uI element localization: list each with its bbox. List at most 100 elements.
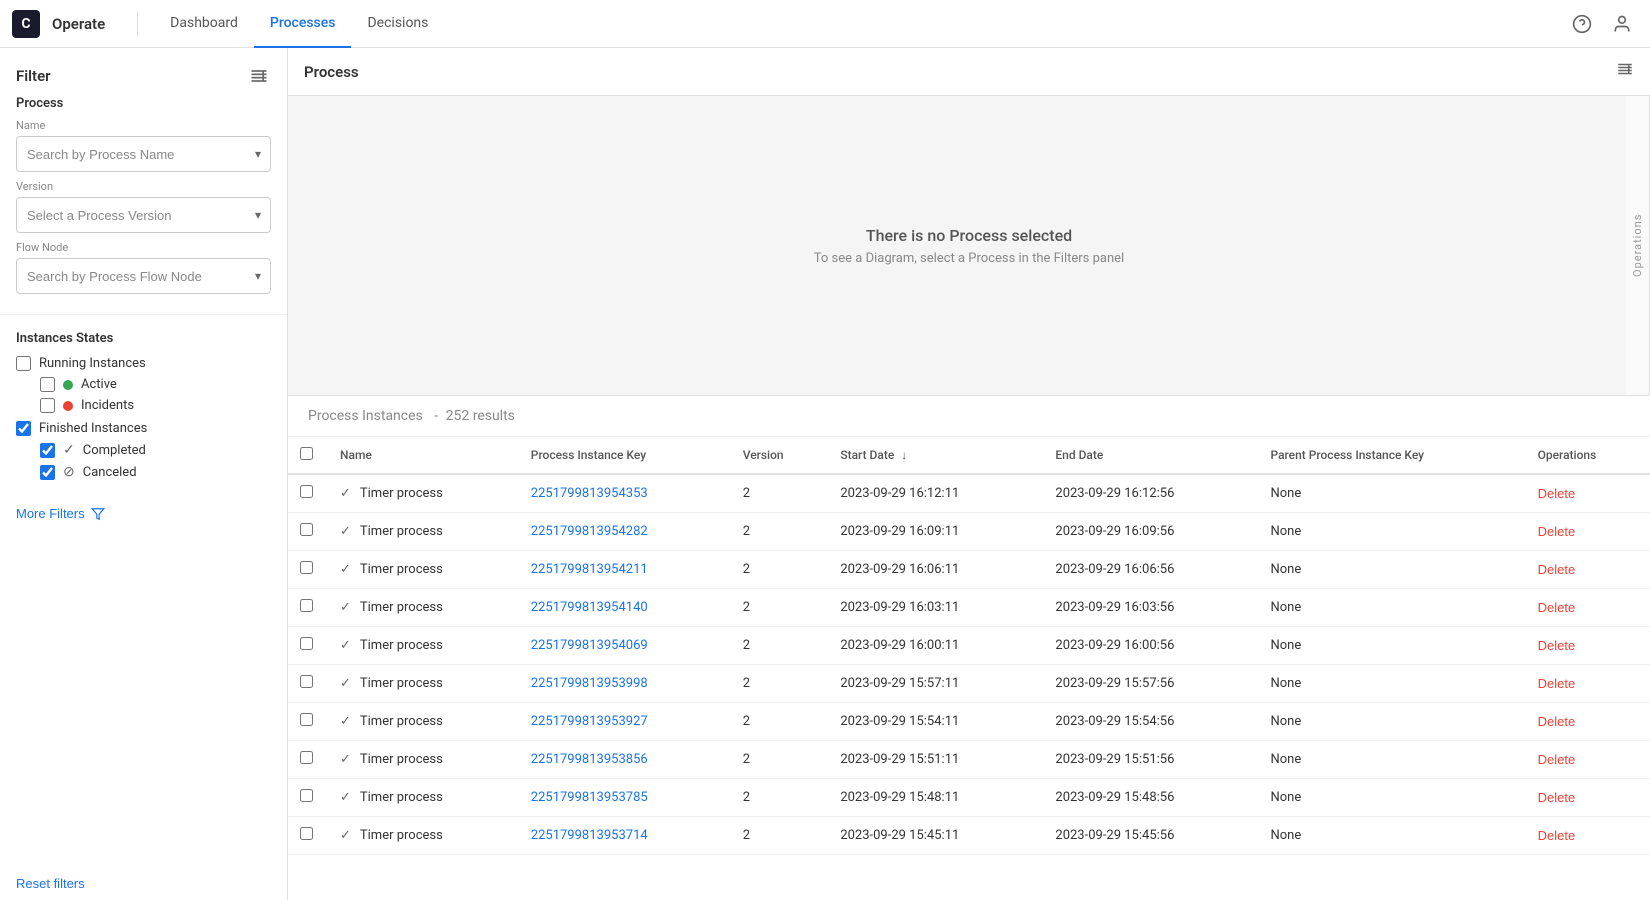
instance-key-link[interactable]: 2251799813953714: [531, 828, 648, 843]
filter-icon: [91, 507, 105, 521]
nav-link-decisions[interactable]: Decisions: [351, 0, 444, 48]
completed-row-icon: ✓: [340, 638, 351, 653]
canceled-checkbox[interactable]: [40, 465, 55, 480]
row-name-cell: ✓ Timer process: [328, 703, 519, 741]
row-operations-cell: Delete: [1526, 779, 1650, 817]
instance-key-link[interactable]: 2251799813953927: [531, 714, 648, 729]
row-version-cell: 2: [731, 513, 829, 551]
delete-button[interactable]: Delete: [1538, 486, 1576, 501]
sidebar: Filter Process Name Search by Process Na…: [0, 48, 288, 900]
completed-row-icon: ✓: [340, 790, 351, 805]
instance-key-link[interactable]: 2251799813954140: [531, 600, 648, 615]
row-start-date-cell: 2023-09-29 16:00:11: [828, 627, 1043, 665]
row-operations-cell: Delete: [1526, 703, 1650, 741]
row-start-date-cell: 2023-09-29 16:06:11: [828, 551, 1043, 589]
finished-instances-checkbox[interactable]: [16, 421, 31, 436]
delete-button[interactable]: Delete: [1538, 600, 1576, 615]
row-checkbox-6[interactable]: [300, 713, 313, 726]
finished-instances-row[interactable]: Finished Instances: [16, 421, 271, 436]
th-version: Version: [731, 437, 829, 474]
row-end-date-cell: 2023-09-29 15:54:56: [1043, 703, 1258, 741]
row-checkbox-8[interactable]: [300, 789, 313, 802]
nav-link-dashboard[interactable]: Dashboard: [154, 0, 254, 48]
incidents-checkbox[interactable]: [40, 398, 55, 413]
delete-button[interactable]: Delete: [1538, 714, 1576, 729]
row-operations-cell: Delete: [1526, 589, 1650, 627]
row-checkbox-3[interactable]: [300, 599, 313, 612]
delete-button[interactable]: Delete: [1538, 562, 1576, 577]
row-parent-key-cell: None: [1258, 817, 1525, 855]
main-content: Process There is no Process selected To …: [288, 48, 1650, 900]
row-checkbox-4[interactable]: [300, 637, 313, 650]
row-end-date-cell: 2023-09-29 16:03:56: [1043, 589, 1258, 627]
instance-key-link[interactable]: 2251799813953998: [531, 676, 648, 691]
select-all-checkbox[interactable]: [300, 447, 313, 460]
row-version-cell: 2: [731, 551, 829, 589]
incidents-row[interactable]: Incidents: [40, 398, 271, 413]
table-row: ✓ Timer process 2251799813954140 2 2023-…: [288, 589, 1650, 627]
user-button[interactable]: [1606, 8, 1638, 40]
version-label: Version: [16, 180, 271, 193]
row-parent-key-cell: None: [1258, 741, 1525, 779]
help-button[interactable]: [1566, 8, 1598, 40]
process-name-select[interactable]: Search by Process Name: [16, 136, 271, 172]
more-filters-button[interactable]: More Filters: [0, 498, 287, 529]
row-name: Timer process: [360, 676, 443, 691]
delete-button[interactable]: Delete: [1538, 752, 1576, 767]
th-parent-key: Parent Process Instance Key: [1258, 437, 1525, 474]
row-select-cell: [288, 589, 328, 627]
process-section-title: Process: [16, 96, 271, 111]
no-process-title: There is no Process selected: [866, 226, 1072, 245]
version-select[interactable]: Select a Process Version: [16, 197, 271, 233]
row-checkbox-5[interactable]: [300, 675, 313, 688]
flow-node-select[interactable]: Search by Process Flow Node: [16, 258, 271, 294]
instances-area: Process Instances - 252 results Name Pro…: [288, 396, 1650, 900]
table-row: ✓ Timer process 2251799813954282 2 2023-…: [288, 513, 1650, 551]
th-start-date[interactable]: Start Date ↓: [828, 437, 1043, 474]
row-operations-cell: Delete: [1526, 817, 1650, 855]
reset-filters-button[interactable]: Reset filters: [16, 876, 85, 891]
delete-button[interactable]: Delete: [1538, 638, 1576, 653]
row-end-date-cell: 2023-09-29 16:09:56: [1043, 513, 1258, 551]
row-name-cell: ✓ Timer process: [328, 513, 519, 551]
instance-key-link[interactable]: 2251799813953785: [531, 790, 648, 805]
row-key-cell: 2251799813954069: [519, 627, 731, 665]
instance-key-link[interactable]: 2251799813954282: [531, 524, 648, 539]
row-end-date-cell: 2023-09-29 15:45:56: [1043, 817, 1258, 855]
process-filter-section: Process Name Search by Process Name ▾ Ve…: [0, 96, 287, 306]
row-checkbox-0[interactable]: [300, 485, 313, 498]
row-parent-key-cell: None: [1258, 627, 1525, 665]
completed-row-icon: ✓: [340, 562, 351, 577]
delete-button[interactable]: Delete: [1538, 828, 1576, 843]
instance-key-link[interactable]: 2251799813954069: [531, 638, 648, 653]
app-logo: C: [12, 10, 40, 38]
row-checkbox-1[interactable]: [300, 523, 313, 536]
canceled-label: Canceled: [83, 465, 137, 480]
th-operations: Operations: [1526, 437, 1650, 474]
running-instances-row[interactable]: Running Instances: [16, 356, 271, 371]
row-end-date-cell: 2023-09-29 15:48:56: [1043, 779, 1258, 817]
nav-links: Dashboard Processes Decisions: [154, 0, 444, 48]
delete-button[interactable]: Delete: [1538, 790, 1576, 805]
delete-button[interactable]: Delete: [1538, 524, 1576, 539]
row-name: Timer process: [360, 486, 443, 501]
active-checkbox[interactable]: [40, 377, 55, 392]
row-end-date-cell: 2023-09-29 15:57:56: [1043, 665, 1258, 703]
sidebar-toggle-button[interactable]: [247, 64, 271, 88]
completed-row[interactable]: ✓ Completed: [40, 442, 271, 458]
th-key: Process Instance Key: [519, 437, 731, 474]
panel-toggle-button[interactable]: [1616, 60, 1634, 83]
instance-key-link[interactable]: 2251799813953856: [531, 752, 648, 767]
row-parent-key-cell: None: [1258, 513, 1525, 551]
active-row[interactable]: Active: [40, 377, 271, 392]
row-checkbox-9[interactable]: [300, 827, 313, 840]
running-instances-checkbox[interactable]: [16, 356, 31, 371]
nav-link-processes[interactable]: Processes: [254, 0, 352, 48]
instance-key-link[interactable]: 2251799813954353: [531, 486, 648, 501]
row-checkbox-2[interactable]: [300, 561, 313, 574]
canceled-row[interactable]: ⊘ Canceled: [40, 464, 271, 480]
row-checkbox-7[interactable]: [300, 751, 313, 764]
delete-button[interactable]: Delete: [1538, 676, 1576, 691]
instance-key-link[interactable]: 2251799813954211: [531, 562, 648, 577]
completed-checkbox[interactable]: [40, 443, 55, 458]
